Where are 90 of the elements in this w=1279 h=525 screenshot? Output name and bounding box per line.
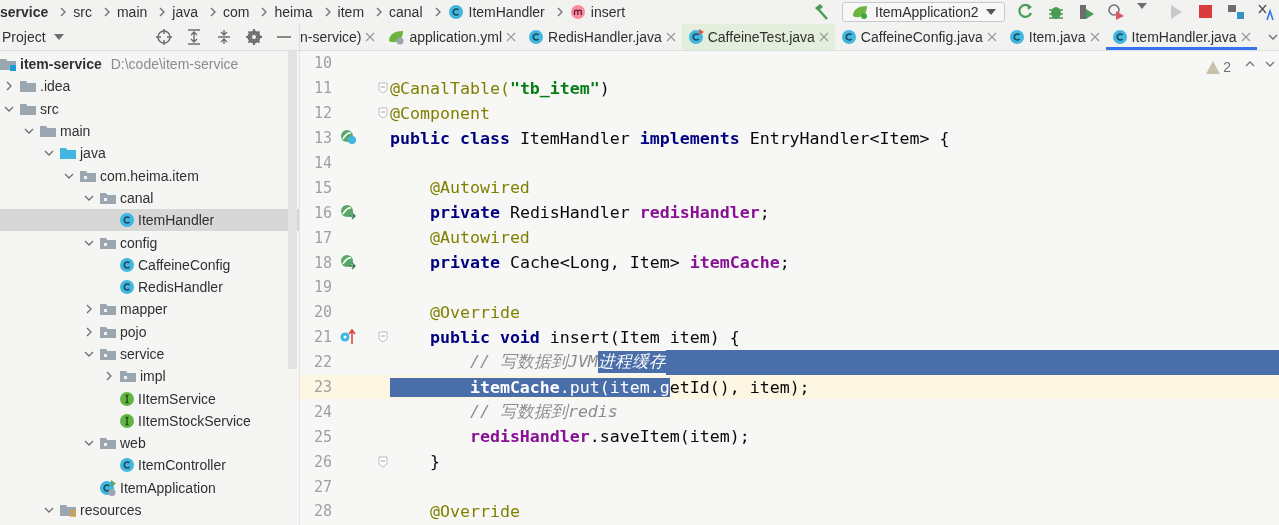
project-view-dropdown[interactable]: Project [0, 29, 64, 45]
code-token: redisHandler [468, 427, 590, 447]
code-token: public void [428, 327, 540, 347]
breadcrumb-item[interactable]: main [116, 4, 148, 20]
line-number: 16 [312, 203, 332, 222]
breadcrumb-item[interactable]: ItemHandler [468, 4, 545, 20]
tree-item[interactable]: impl [140, 368, 166, 385]
code-token: } [428, 452, 440, 472]
tree-item[interactable]: ItemController [138, 457, 226, 474]
editor-tab[interactable]: n-service) [300, 24, 382, 50]
line-number: 21 [312, 328, 332, 347]
code-token: @Component [390, 103, 490, 123]
tree-item[interactable]: java [80, 145, 106, 162]
editor-tab[interactable]: Item.java [1002, 24, 1106, 50]
code-token: redisHandler [639, 203, 760, 223]
breadcrumb-item[interactable]: com [223, 4, 250, 20]
run-configuration-dropdown[interactable]: ItemApplication2 [842, 2, 1005, 22]
editor-tab[interactable]: RedisHandler.java [522, 24, 682, 50]
line-number: 20 [312, 303, 332, 322]
code-token: .put(item.g [559, 377, 670, 397]
code-token: ItemHandler [518, 128, 631, 148]
line-number: 26 [312, 452, 332, 471]
line-number: 19 [312, 278, 332, 297]
line-number: 24 [312, 402, 332, 421]
code-token: @CanalTable( [390, 78, 510, 98]
line-number: 18 [312, 253, 332, 272]
tree-item[interactable]: RedisHandler [138, 279, 223, 296]
code-token: @Autowired [428, 178, 530, 198]
tree-item[interactable]: pojo [120, 323, 147, 340]
tree-item[interactable]: item-service [20, 56, 102, 73]
tree-item[interactable]: .idea [40, 78, 71, 95]
line-number: 23 [312, 378, 332, 396]
tree-item[interactable]: ItemHandler [138, 212, 215, 229]
tree-item[interactable]: IItemService [138, 390, 216, 407]
breadcrumb-item[interactable]: insert [590, 4, 625, 20]
code-comment: // 写数据到JVM [468, 351, 598, 374]
tree-item[interactable]: config [120, 234, 158, 251]
code-token: insert(Item item) { [548, 327, 740, 347]
editor-tab[interactable]: CaffeineTest.java [681, 24, 835, 50]
line-number: 11 [312, 79, 332, 98]
warning-count[interactable]: 2 [1223, 59, 1231, 75]
line-number: 13 [312, 129, 332, 148]
code-token: private [428, 203, 500, 223]
code-token: @Override [428, 501, 520, 521]
line-number: 14 [312, 154, 332, 172]
line-number: 27 [312, 477, 332, 496]
line-number: 15 [312, 178, 332, 197]
line-number: 17 [312, 228, 332, 247]
line-number: 28 [312, 502, 332, 521]
tree-item[interactable]: web [120, 435, 146, 452]
breadcrumb-item[interactable]: heima [274, 4, 313, 20]
code-comment: // 写数据到redis [468, 400, 618, 423]
tree-item[interactable]: com.heima.item [100, 167, 199, 184]
breadcrumb-item[interactable]: src [73, 4, 92, 20]
tree-item[interactable]: main [60, 123, 91, 140]
code-token: itemCache [689, 253, 780, 273]
tree-item[interactable]: CaffeineConfig [138, 256, 231, 273]
tree-item[interactable]: resources [80, 502, 142, 519]
code-token: ; [759, 203, 770, 223]
breadcrumb-item[interactable]: canal [389, 4, 423, 20]
tree-item[interactable]: mapper [120, 301, 168, 318]
code-token: "tb_item" [509, 78, 600, 98]
tree-item[interactable]: ItemApplication [120, 479, 216, 496]
breadcrumb-item[interactable]: item [337, 4, 365, 20]
code-token: @Autowired [428, 228, 530, 248]
code-token: ; [779, 253, 790, 273]
code-token: RedisHandler [508, 203, 631, 223]
tree-item[interactable]: src [40, 100, 59, 117]
code-token: implements [639, 128, 740, 148]
breadcrumb-item[interactable]: java [172, 4, 198, 20]
code-token: EntryHandler<Item> { [748, 128, 950, 148]
line-number: 12 [312, 104, 332, 123]
editor-tab[interactable]: application.yml [381, 24, 523, 50]
code-token: @Override [428, 302, 520, 322]
line-number: 22 [312, 353, 332, 372]
module-path: D:\code\item-service [110, 56, 239, 73]
code-token: etId(), item); [669, 377, 810, 397]
code-token: Cache<Long, Item> [508, 253, 681, 273]
breadcrumb-item[interactable]: service [0, 4, 49, 20]
code-token: .saveItem(item); [589, 427, 750, 447]
tree-item[interactable]: service [120, 346, 165, 362]
editor-tab[interactable]: CaffeineConfig.java [834, 24, 1003, 50]
code-token: itemCache [390, 377, 560, 397]
line-number: 25 [312, 427, 332, 446]
code-token: ) [599, 78, 610, 98]
code-token: private [428, 253, 500, 273]
tree-item[interactable]: canal [120, 189, 154, 206]
tree-item[interactable]: IItemStockService [138, 412, 251, 429]
line-number: 10 [312, 54, 332, 73]
code-token: public class [390, 128, 510, 148]
